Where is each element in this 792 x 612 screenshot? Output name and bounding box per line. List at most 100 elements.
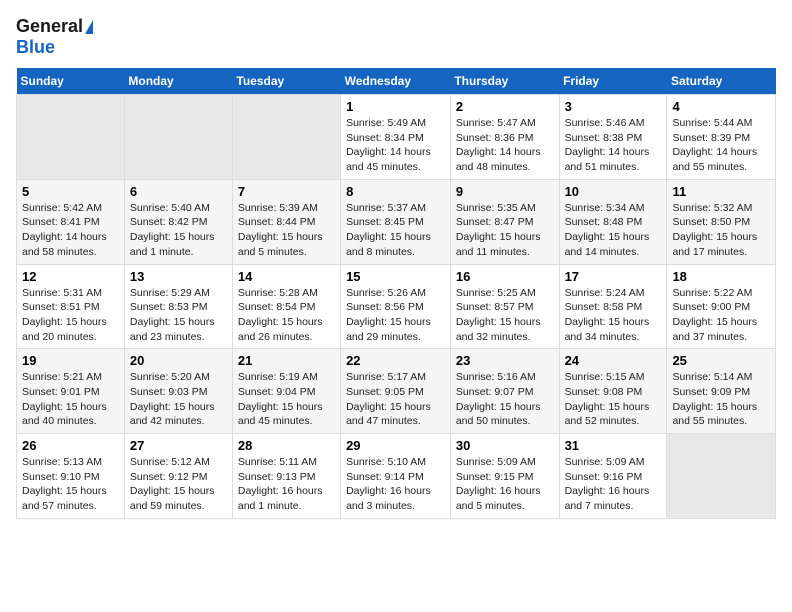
cell-sun-info: Sunrise: 5:31 AMSunset: 8:51 PMDaylight:… (22, 286, 119, 345)
cell-sun-info: Sunrise: 5:14 AMSunset: 9:09 PMDaylight:… (672, 370, 770, 429)
cell-sun-info: Sunrise: 5:13 AMSunset: 9:10 PMDaylight:… (22, 455, 119, 514)
dow-header-saturday: Saturday (667, 68, 776, 95)
calendar-cell: 29 Sunrise: 5:10 AMSunset: 9:14 PMDayligh… (341, 434, 451, 519)
calendar-cell: 2Sunrise: 5:47 AMSunset: 8:36 PMDaylight… (450, 95, 559, 180)
cell-sun-info: Sunrise: 5:17 AMSunset: 9:05 PMDaylight:… (346, 370, 445, 429)
day-number: 22 (346, 353, 445, 368)
day-number: 4 (672, 99, 770, 114)
day-number: 9 (456, 184, 554, 199)
logo-icon (85, 20, 93, 34)
cell-sun-info: Sunrise: 5:22 AMSunset: 9:00 PMDaylight:… (672, 286, 770, 345)
calendar-week-1: 1 Sunrise: 5:49 AMSunset: 8:34 PMDaylight… (17, 95, 776, 180)
calendar-week-4: 19Sunrise: 5:21 AMSunset: 9:01 PMDayligh… (17, 349, 776, 434)
dow-header-friday: Friday (559, 68, 667, 95)
cell-sun-info: Sunrise: 5:24 AMSunset: 8:58 PMDaylight:… (565, 286, 662, 345)
dow-header-sunday: Sunday (17, 68, 125, 95)
cell-sun-info: Sunrise: 5:10 AMSunset: 9:14 PMDaylight:… (346, 455, 445, 514)
cell-sun-info: Sunrise: 5:39 AMSunset: 8:44 PMDaylight:… (238, 201, 335, 260)
calendar-table: SundayMondayTuesdayWednesdayThursdayFrid… (16, 68, 776, 519)
calendar-cell: 16 Sunrise: 5:25 AMSunset: 8:57 PMDayligh… (450, 264, 559, 349)
day-number: 14 (238, 269, 335, 284)
cell-sun-info: Sunrise: 5:40 AMSunset: 8:42 PMDaylight:… (130, 201, 227, 260)
logo: General Blue (16, 16, 93, 58)
cell-sun-info: Sunrise: 5:35 AMSunset: 8:47 PMDaylight:… (456, 201, 554, 260)
day-number: 3 (565, 99, 662, 114)
calendar-cell: 20 Sunrise: 5:20 AMSunset: 9:03 PMDayligh… (124, 349, 232, 434)
calendar-cell: 10Sunrise: 5:34 AMSunset: 8:48 PMDayligh… (559, 179, 667, 264)
cell-sun-info: Sunrise: 5:46 AMSunset: 8:38 PMDaylight:… (565, 116, 662, 175)
calendar-cell: 25 Sunrise: 5:14 AMSunset: 9:09 PMDayligh… (667, 349, 776, 434)
calendar-cell: 6 Sunrise: 5:40 AMSunset: 8:42 PMDaylight… (124, 179, 232, 264)
calendar-cell: 22 Sunrise: 5:17 AMSunset: 9:05 PMDayligh… (341, 349, 451, 434)
day-number: 11 (672, 184, 770, 199)
calendar-cell: 1 Sunrise: 5:49 AMSunset: 8:34 PMDaylight… (341, 95, 451, 180)
calendar-cell: 17 Sunrise: 5:24 AMSunset: 8:58 PMDayligh… (559, 264, 667, 349)
cell-sun-info: Sunrise: 5:32 AMSunset: 8:50 PMDaylight:… (672, 201, 770, 260)
day-number: 31 (565, 438, 662, 453)
logo-general-text: General (16, 16, 83, 37)
day-number: 8 (346, 184, 445, 199)
calendar-cell: 3 Sunrise: 5:46 AMSunset: 8:38 PMDaylight… (559, 95, 667, 180)
day-number: 13 (130, 269, 227, 284)
dow-header-tuesday: Tuesday (232, 68, 340, 95)
cell-sun-info: Sunrise: 5:42 AMSunset: 8:41 PMDaylight:… (22, 201, 119, 260)
page-header: General Blue (16, 16, 776, 58)
cell-sun-info: Sunrise: 5:09 AMSunset: 9:15 PMDaylight:… (456, 455, 554, 514)
calendar-cell: 7 Sunrise: 5:39 AMSunset: 8:44 PMDaylight… (232, 179, 340, 264)
cell-sun-info: Sunrise: 5:11 AMSunset: 9:13 PMDaylight:… (238, 455, 335, 514)
day-number: 30 (456, 438, 554, 453)
dow-header-monday: Monday (124, 68, 232, 95)
cell-sun-info: Sunrise: 5:09 AMSunset: 9:16 PMDaylight:… (565, 455, 662, 514)
calendar-cell: 18 Sunrise: 5:22 AMSunset: 9:00 PMDayligh… (667, 264, 776, 349)
day-number: 7 (238, 184, 335, 199)
day-number: 25 (672, 353, 770, 368)
day-number: 10 (565, 184, 662, 199)
day-number: 5 (22, 184, 119, 199)
calendar-cell: 19Sunrise: 5:21 AMSunset: 9:01 PMDayligh… (17, 349, 125, 434)
cell-sun-info: Sunrise: 5:25 AMSunset: 8:57 PMDaylight:… (456, 286, 554, 345)
cell-sun-info: Sunrise: 5:12 AMSunset: 9:12 PMDaylight:… (130, 455, 227, 514)
calendar-cell: 5 Sunrise: 5:42 AMSunset: 8:41 PMDaylight… (17, 179, 125, 264)
calendar-cell: 9 Sunrise: 5:35 AMSunset: 8:47 PMDaylight… (450, 179, 559, 264)
calendar-cell: 28 Sunrise: 5:11 AMSunset: 9:13 PMDayligh… (232, 434, 340, 519)
day-number: 18 (672, 269, 770, 284)
calendar-week-2: 5 Sunrise: 5:42 AMSunset: 8:41 PMDaylight… (17, 179, 776, 264)
calendar-week-3: 12 Sunrise: 5:31 AMSunset: 8:51 PMDayligh… (17, 264, 776, 349)
calendar-cell: 4Sunrise: 5:44 AMSunset: 8:39 PMDaylight… (667, 95, 776, 180)
calendar-cell: 24Sunrise: 5:15 AMSunset: 9:08 PMDayligh… (559, 349, 667, 434)
day-number: 26 (22, 438, 119, 453)
cell-sun-info: Sunrise: 5:16 AMSunset: 9:07 PMDaylight:… (456, 370, 554, 429)
day-number: 16 (456, 269, 554, 284)
day-number: 1 (346, 99, 445, 114)
logo-blue-text: Blue (16, 37, 55, 58)
day-number: 20 (130, 353, 227, 368)
day-number: 27 (130, 438, 227, 453)
day-number: 24 (565, 353, 662, 368)
calendar-cell: 12 Sunrise: 5:31 AMSunset: 8:51 PMDayligh… (17, 264, 125, 349)
calendar-cell: 30 Sunrise: 5:09 AMSunset: 9:15 PMDayligh… (450, 434, 559, 519)
calendar-cell: 26 Sunrise: 5:13 AMSunset: 9:10 PMDayligh… (17, 434, 125, 519)
day-number: 21 (238, 353, 335, 368)
cell-sun-info: Sunrise: 5:20 AMSunset: 9:03 PMDaylight:… (130, 370, 227, 429)
cell-sun-info: Sunrise: 5:26 AMSunset: 8:56 PMDaylight:… (346, 286, 445, 345)
calendar-cell (124, 95, 232, 180)
calendar-cell: 14 Sunrise: 5:28 AMSunset: 8:54 PMDayligh… (232, 264, 340, 349)
calendar-cell: 8 Sunrise: 5:37 AMSunset: 8:45 PMDaylight… (341, 179, 451, 264)
cell-sun-info: Sunrise: 5:29 AMSunset: 8:53 PMDaylight:… (130, 286, 227, 345)
day-number: 6 (130, 184, 227, 199)
cell-sun-info: Sunrise: 5:49 AMSunset: 8:34 PMDaylight:… (346, 116, 445, 175)
cell-sun-info: Sunrise: 5:28 AMSunset: 8:54 PMDaylight:… (238, 286, 335, 345)
cell-sun-info: Sunrise: 5:47 AMSunset: 8:36 PMDaylight:… (456, 116, 554, 175)
cell-sun-info: Sunrise: 5:19 AMSunset: 9:04 PMDaylight:… (238, 370, 335, 429)
cell-sun-info: Sunrise: 5:37 AMSunset: 8:45 PMDaylight:… (346, 201, 445, 260)
day-number: 29 (346, 438, 445, 453)
calendar-cell: 27 Sunrise: 5:12 AMSunset: 9:12 PMDayligh… (124, 434, 232, 519)
calendar-cell (667, 434, 776, 519)
day-number: 28 (238, 438, 335, 453)
calendar-cell: 31 Sunrise: 5:09 AMSunset: 9:16 PMDayligh… (559, 434, 667, 519)
day-number: 12 (22, 269, 119, 284)
cell-sun-info: Sunrise: 5:21 AMSunset: 9:01 PMDaylight:… (22, 370, 119, 429)
day-number: 17 (565, 269, 662, 284)
calendar-cell: 23Sunrise: 5:16 AMSunset: 9:07 PMDayligh… (450, 349, 559, 434)
calendar-cell: 11 Sunrise: 5:32 AMSunset: 8:50 PMDayligh… (667, 179, 776, 264)
